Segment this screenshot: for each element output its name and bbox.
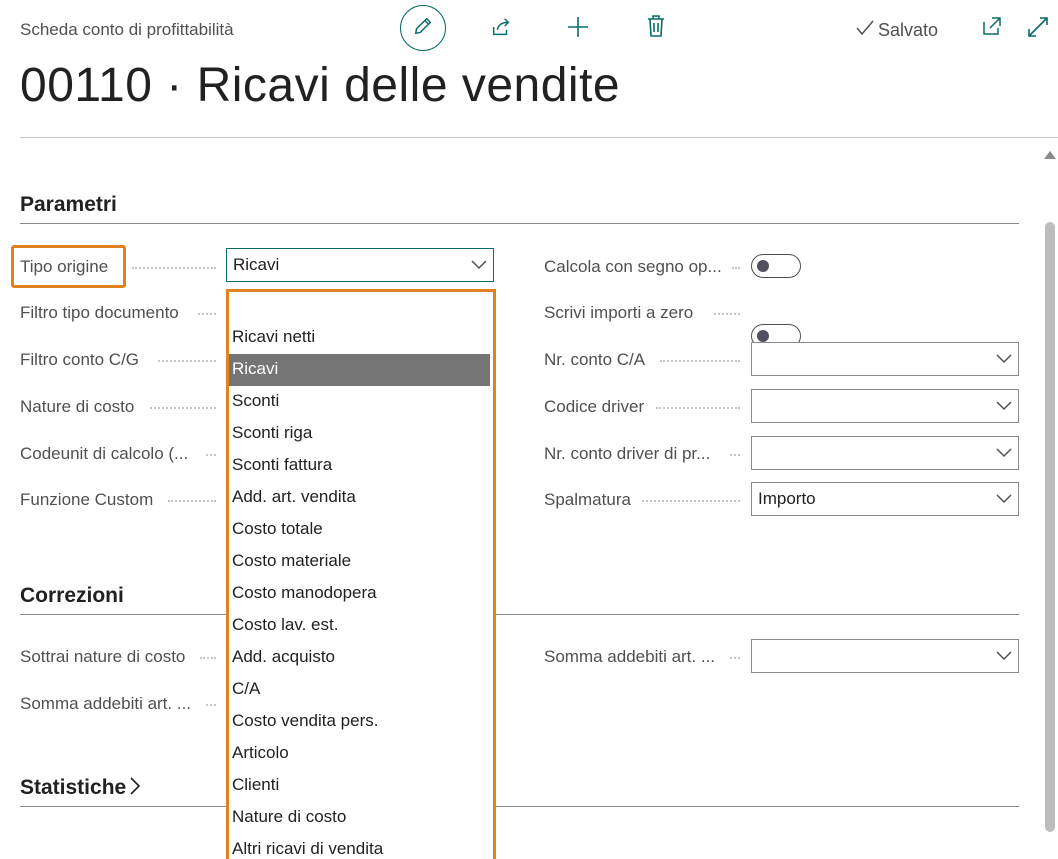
spalmatura-label: Spalmatura [544,490,631,509]
saved-status: Salvato [855,19,938,42]
toggle-knob [757,330,769,342]
page-title: 00110 · Ricavi delle vendite [20,59,621,112]
trash-icon [645,14,667,43]
expand-icon [1027,16,1049,43]
chevron-down-icon [996,354,1012,364]
tipo-origine-value: Ricavi [233,255,280,274]
leader-dots [656,407,740,409]
dropdown-option[interactable]: Add. acquisto [229,642,493,674]
nr-conto-driver-label: Nr. conto driver di pr... [544,444,711,463]
leader-dots [168,500,216,502]
pencil-icon [412,15,434,42]
scroll-up-button[interactable] [1042,148,1058,162]
dropdown-option[interactable]: Altri ricavi di vendita [229,834,493,859]
calcola-segno-label: Calcola con segno op... [544,257,722,276]
section-title-parametri: Parametri [20,193,117,216]
leader-dots [150,407,216,409]
chevron-down-icon [996,651,1012,661]
leader-dots [206,704,216,706]
section-divider [20,223,1019,224]
leader-dots [206,454,216,456]
scrollbar-thumb[interactable] [1045,222,1055,832]
tipo-origine-dropdown-list[interactable]: Ricavi netti Ricavi Sconti Sconti riga Scont… [226,289,496,859]
leader-dots [200,657,216,659]
leader-dots [158,360,216,362]
leader-dots [198,313,216,315]
chevron-down-icon [996,401,1012,411]
section-title-correzioni: Correzioni [20,584,124,607]
breadcrumb: Scheda conto di profittabilità [20,20,234,39]
spalmatura-value: Importo [758,489,816,508]
share-button[interactable] [488,16,514,42]
leader-dots [660,360,740,362]
open-new-window-button[interactable] [980,16,1004,40]
dropdown-options: Ricavi netti Ricavi Sconti Sconti riga Scont… [229,322,493,859]
header-divider [20,137,1058,138]
somma-addebiti-right-label: Somma addebiti art. ... [544,647,716,666]
dropdown-option[interactable]: Nature di costo [229,802,493,834]
leader-dots [642,500,740,502]
dropdown-option[interactable]: C/A [229,674,493,706]
codice-driver-label: Codice driver [544,397,645,416]
dropdown-option[interactable]: Costo totale [229,514,493,546]
section-toggle-statistiche[interactable]: Statistiche [20,776,141,800]
chevron-down-icon [996,494,1012,504]
section-divider [20,806,1019,807]
delete-button[interactable] [643,14,669,43]
tipo-origine-select[interactable]: Ricavi [226,248,494,282]
chevron-down-icon [996,448,1012,458]
expand-button[interactable] [1025,16,1051,42]
nr-conto-ca-label: Nr. conto C/A [544,350,646,369]
dropdown-option[interactable]: Sconti riga [229,418,493,450]
saved-label: Salvato [878,20,939,40]
leader-dots [730,657,740,659]
nr-conto-driver-select[interactable] [751,436,1019,470]
leader-dots [730,454,740,456]
open-in-new-window-icon [981,15,1003,42]
scrivi-importi-label: Scrivi importi a zero [544,303,694,322]
filtro-tipo-documento-label: Filtro tipo documento [20,303,179,322]
codeunit-calcolo-label: Codeunit di calcolo (... [20,444,189,463]
dropdown-option[interactable]: Clienti [229,770,493,802]
sottrai-nature-label: Sottrai nature di costo [20,647,186,666]
somma-addebiti-select[interactable] [751,639,1019,673]
new-button[interactable] [565,16,591,42]
section-title-statistiche: Statistiche [20,776,127,799]
plus-icon [566,15,590,44]
dropdown-option[interactable]: Costo lav. est. [229,610,493,642]
dropdown-option[interactable]: Costo manodopera [229,578,493,610]
nr-conto-ca-select[interactable] [751,342,1019,376]
dropdown-option[interactable]: Costo vendita pers. [229,706,493,738]
nature-di-costo-label: Nature di costo [20,397,135,416]
filtro-conto-cg-label: Filtro conto C/G [20,350,140,369]
share-icon [490,16,512,43]
spalmatura-select[interactable]: Importo [751,482,1019,516]
dropdown-option[interactable]: Sconti fattura [229,450,493,482]
edit-button[interactable] [400,5,446,51]
dropdown-option[interactable]: Costo materiale [229,546,493,578]
dropdown-option[interactable]: Ricavi [229,354,490,386]
section-divider [20,614,1019,615]
toggle-knob [757,260,769,272]
triangle-up-icon [1044,146,1056,164]
dropdown-option[interactable]: Add. art. vendita [229,482,493,514]
calcola-segno-toggle[interactable] [751,254,801,278]
leader-dots [132,267,216,269]
checkmark-icon [855,19,875,42]
leader-dots [732,267,740,269]
dropdown-option[interactable]: Ricavi netti [229,322,493,354]
tipo-origine-label: Tipo origine [20,257,109,276]
chevron-down-icon [471,260,487,270]
funzione-custom-label: Funzione Custom [20,490,154,509]
leader-dots [714,313,740,315]
codice-driver-select[interactable] [751,389,1019,423]
chevron-right-icon [130,776,141,800]
dropdown-option[interactable]: Sconti [229,386,493,418]
somma-addebiti-left-label: Somma addebiti art. ... [20,694,192,713]
dropdown-option[interactable]: Articolo [229,738,493,770]
